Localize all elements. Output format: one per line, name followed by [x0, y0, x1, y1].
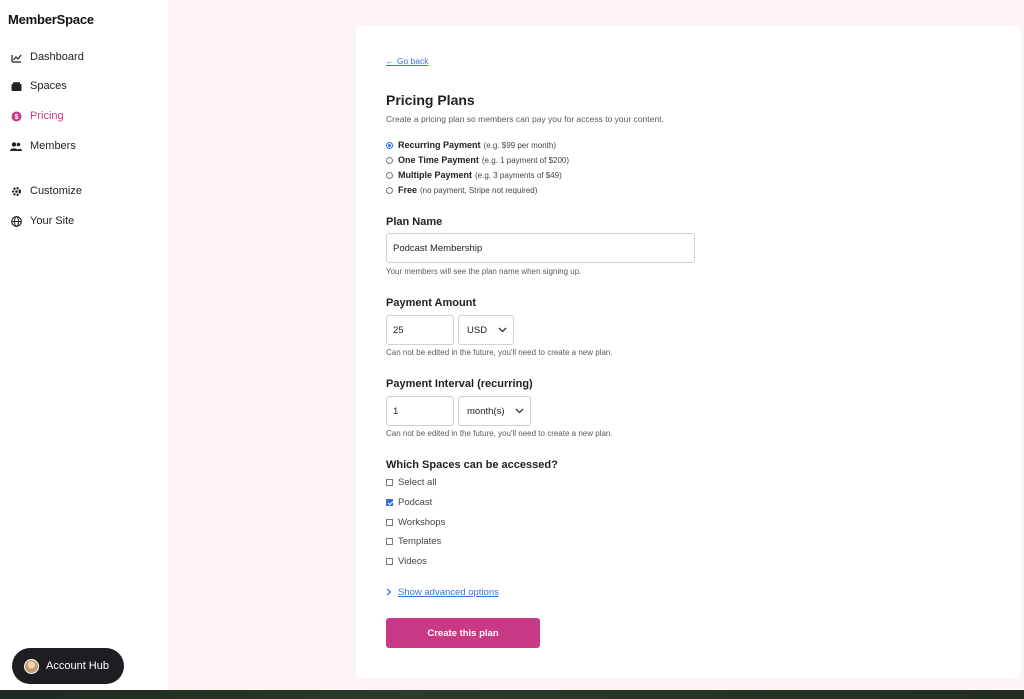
payment-type-one-time[interactable]: One Time Payment (e.g. 1 payment of $200…: [386, 154, 569, 166]
radio-button[interactable]: [386, 156, 393, 164]
space-option-label: Podcast: [398, 496, 433, 508]
checkbox[interactable]: [386, 478, 393, 486]
account-hub-label: Account Hub: [46, 660, 109, 672]
sidebar-item-spaces[interactable]: Spaces: [10, 76, 160, 96]
desktop-background-strip: [0, 690, 1024, 699]
payment-amount-input[interactable]: 25: [386, 315, 454, 345]
sidebar: MemberSpace Dashboard Spaces $ Pricing M…: [0, 0, 168, 699]
svg-text:$: $: [14, 114, 18, 121]
payment-amount-label: Payment Amount: [386, 297, 477, 309]
page-description: Create a pricing plan so members can pay…: [386, 114, 664, 124]
sidebar-item-customize[interactable]: Customize: [10, 181, 160, 201]
sidebar-item-label: Pricing: [30, 110, 64, 122]
sidebar-item-label: Dashboard: [30, 51, 84, 63]
sidebar-item-your-site[interactable]: Your Site: [10, 211, 160, 231]
sidebar-item-dashboard[interactable]: Dashboard: [10, 47, 160, 67]
space-option-videos[interactable]: Videos: [386, 555, 427, 567]
space-option-label: Templates: [398, 535, 442, 547]
chevron-down-icon: [515, 406, 524, 417]
space-option-templates[interactable]: Templates: [386, 535, 441, 547]
payment-type-free[interactable]: Free (no payment, Stripe not required): [386, 184, 537, 196]
space-option-label: Select all: [398, 476, 437, 488]
payment-interval-input[interactable]: 1: [386, 396, 454, 426]
payment-interval-label: Payment Interval (recurring): [386, 378, 533, 390]
sidebar-item-label: Customize: [30, 185, 82, 197]
checkbox[interactable]: [386, 498, 393, 506]
currency-select-value: USD: [467, 324, 488, 336]
interval-unit-value: month(s): [467, 405, 505, 417]
chart-icon: [10, 51, 22, 63]
show-advanced-options-link[interactable]: Show advanced options: [386, 587, 499, 598]
payment-type-multiple[interactable]: Multiple Payment (e.g. 3 payments of $49…: [386, 169, 562, 181]
space-option-podcast[interactable]: Podcast: [386, 496, 432, 508]
gear-icon: [10, 185, 22, 197]
chevron-right-icon: [386, 588, 392, 598]
payment-type-recurring[interactable]: Recurring Payment (e.g. $99 per month): [386, 139, 556, 151]
space-option-label: Workshops: [398, 516, 446, 528]
sidebar-item-members[interactable]: Members: [10, 136, 160, 156]
payment-type-hint: (e.g. 1 payment of $200): [481, 155, 570, 165]
chevron-down-icon: [498, 325, 507, 336]
payment-type-label: Recurring Payment: [398, 140, 481, 150]
checkbox[interactable]: [386, 518, 393, 526]
folder-icon: [10, 80, 22, 92]
go-back-link[interactable]: ← Go back: [386, 56, 429, 66]
checkbox[interactable]: [386, 557, 393, 565]
checkbox[interactable]: [386, 537, 393, 545]
sidebar-item-label: Spaces: [30, 80, 67, 92]
radio-button[interactable]: [386, 141, 393, 149]
radio-button[interactable]: [386, 186, 393, 194]
dollar-icon: $: [10, 110, 22, 122]
avatar: [24, 658, 39, 674]
globe-icon: [10, 215, 22, 227]
payment-type-label: Multiple Payment: [398, 170, 473, 180]
space-option-workshops[interactable]: Workshops: [386, 516, 445, 528]
pricing-plan-card: ← Go back Pricing Plans Create a pricing…: [356, 26, 1021, 678]
interval-unit-select[interactable]: month(s): [458, 396, 531, 426]
currency-select[interactable]: USD: [458, 315, 514, 345]
payment-type-label: One Time Payment: [398, 155, 479, 165]
account-hub-button[interactable]: Account Hub: [12, 648, 124, 684]
show-advanced-options-label: Show advanced options: [398, 587, 499, 598]
space-option-label: Videos: [398, 555, 427, 567]
payment-type-hint: (no payment, Stripe not required): [420, 185, 538, 195]
space-option-select-all[interactable]: Select all: [386, 476, 437, 488]
payment-type-hint: (e.g. $99 per month): [483, 140, 557, 150]
payment-type-hint: (e.g. 3 payments of $49): [475, 170, 562, 180]
members-icon: [10, 140, 22, 152]
plan-name-helper: Your members will see the plan name when…: [386, 267, 582, 276]
create-plan-button[interactable]: Create this plan: [386, 618, 540, 648]
sidebar-item-label: Members: [30, 140, 76, 152]
payment-interval-helper: Can not be edited in the future, you'll …: [386, 429, 613, 438]
page-title: Pricing Plans: [386, 92, 475, 108]
app-logo[interactable]: MemberSpace: [8, 12, 94, 27]
payment-type-label: Free: [398, 185, 418, 195]
plan-name-input[interactable]: Podcast Membership: [386, 233, 695, 263]
sidebar-item-label: Your Site: [30, 215, 75, 227]
sidebar-item-pricing[interactable]: $ Pricing: [10, 106, 160, 126]
radio-button[interactable]: [386, 171, 393, 179]
payment-amount-helper: Can not be edited in the future, you'll …: [386, 348, 613, 357]
spaces-label: Which Spaces can be accessed?: [386, 459, 558, 471]
plan-name-label: Plan Name: [386, 216, 443, 228]
